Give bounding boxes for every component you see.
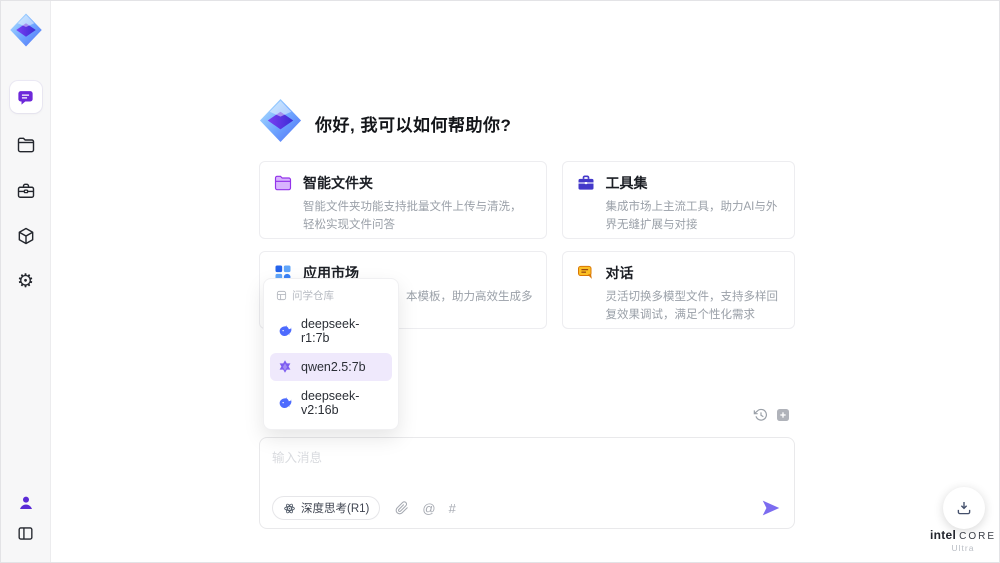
repo-icon <box>276 290 287 301</box>
deepseek-icon <box>277 323 293 339</box>
model-option-deepseek-v2[interactable]: deepseek-v2:16b <box>270 383 392 423</box>
card-smart-folder[interactable]: 智能文件夹 智能文件夹功能支持批量文件上传与清洗，轻松实现文件问答 <box>259 161 547 239</box>
qwen-icon <box>277 359 293 375</box>
user-icon <box>17 494 35 512</box>
toolbox-icon <box>16 181 36 201</box>
paperclip-icon[interactable] <box>395 501 409 515</box>
intel-core-badge: intel CORE Ultra <box>927 528 999 553</box>
new-chat-button[interactable] <box>775 407 791 423</box>
core-text: CORE <box>959 531 997 542</box>
model-option-label: qwen2.5:7b <box>301 360 366 374</box>
ultra-text: Ultra <box>951 543 975 553</box>
card-dialog[interactable]: 对话 灵活切换多模型文件，支持多样回复效果调试，满足个性化需求 <box>561 251 795 329</box>
greeting-text: 你好, 我可以如何帮助你? <box>315 116 512 135</box>
deep-think-label: 深度思考(R1) <box>301 503 370 515</box>
dropdown-header-label: 问学仓库 <box>292 290 334 302</box>
sidebar-item-files[interactable] <box>10 129 42 161</box>
sidebar: ⚙ <box>1 1 51 562</box>
send-button[interactable] <box>760 497 782 519</box>
chat-input-container: 深度思考(R1) @ # <box>259 437 795 529</box>
card-title: 工具集 <box>605 175 648 191</box>
sidebar-item-account[interactable] <box>10 487 42 519</box>
sidebar-item-settings[interactable]: ⚙ <box>10 265 42 297</box>
greeting-logo <box>257 97 304 144</box>
dropdown-header: 问学仓库 <box>270 285 392 309</box>
new-chat-icon <box>775 407 791 423</box>
history-icon <box>753 407 769 423</box>
model-option-deepseek-r1[interactable]: deepseek-r1:7b <box>270 311 392 351</box>
deepseek-icon <box>277 395 293 411</box>
cube-icon <box>16 226 36 246</box>
hash-icon[interactable]: # <box>449 502 456 515</box>
at-icon[interactable]: @ <box>422 502 435 515</box>
input-toolbar: 深度思考(R1) @ # <box>272 496 782 520</box>
gear-icon: ⚙ <box>16 270 35 292</box>
send-icon <box>760 497 782 519</box>
model-dropdown: 问学仓库 deepseek-r1:7b qwen2.5:7b deepseek-… <box>263 278 399 430</box>
history-button[interactable] <box>753 407 769 423</box>
card-title: 智能文件夹 <box>303 175 373 191</box>
chat-icon <box>16 88 35 107</box>
model-option-qwen[interactable]: qwen2.5:7b <box>270 353 392 381</box>
card-description: 集成市场上主流工具，助力AI与外界无缝扩展与对接 <box>605 201 778 231</box>
deep-think-toggle[interactable]: 深度思考(R1) <box>272 496 381 520</box>
atom-icon <box>283 502 296 515</box>
panel-icon <box>16 524 35 543</box>
sidebar-item-toolbox[interactable] <box>10 175 42 207</box>
card-description: 智能文件夹功能支持批量文件上传与清洗，轻松实现文件问答 <box>303 201 522 231</box>
card-toolset[interactable]: 工具集 集成市场上主流工具，助力AI与外界无缝扩展与对接 <box>561 161 795 239</box>
message-input[interactable] <box>272 447 772 487</box>
folder-icon <box>16 135 36 155</box>
card-title: 对话 <box>605 265 634 281</box>
folder-purple-icon <box>273 173 293 193</box>
model-option-label: deepseek-r1:7b <box>301 317 360 345</box>
app-logo <box>7 11 45 49</box>
sidebar-item-collapse[interactable] <box>10 517 42 549</box>
download-icon <box>955 499 973 517</box>
model-option-label: deepseek-v2:16b <box>301 389 360 417</box>
intel-logo-text: intel <box>929 528 957 542</box>
briefcase-blue-icon <box>576 173 596 193</box>
card-description: 灵活切换多模型文件，支持多样回复效果调试，满足个性化需求 <box>605 291 779 321</box>
chat-yellow-icon <box>576 263 596 283</box>
download-button[interactable] <box>943 487 985 529</box>
sidebar-item-models[interactable] <box>10 220 42 252</box>
sidebar-item-chat[interactable] <box>9 81 42 113</box>
